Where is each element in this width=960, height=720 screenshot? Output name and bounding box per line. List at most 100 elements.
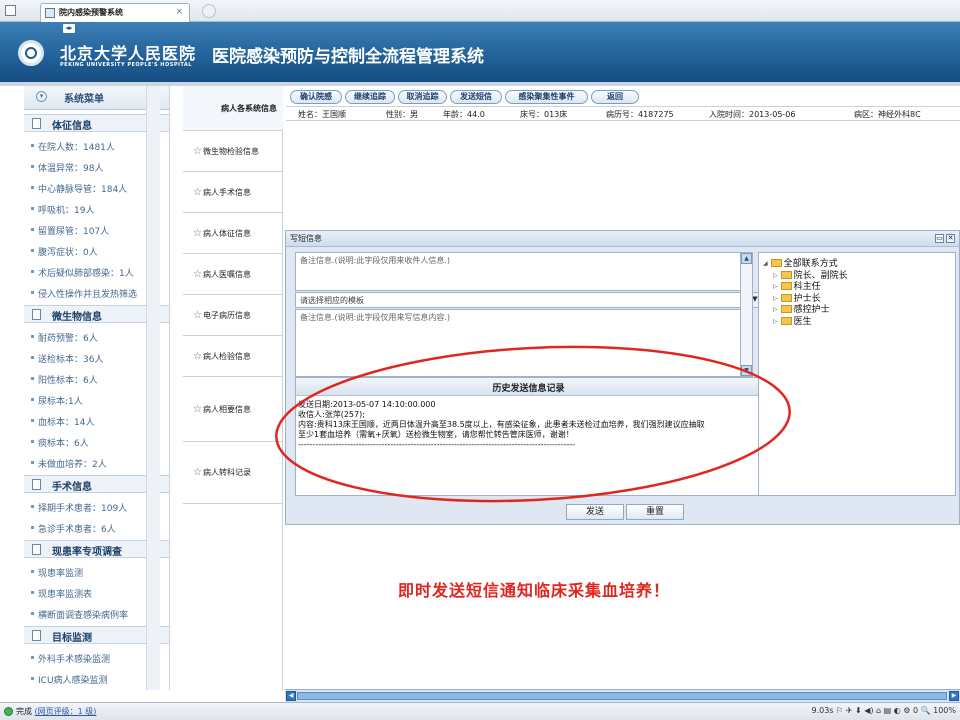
patient-record-number: 病历号：4187275 xyxy=(606,110,674,119)
template-select-value: 请选择相应的模板 xyxy=(300,296,364,305)
tab-6[interactable]: ☆ 病人检验信息 xyxy=(183,336,283,377)
patient-ward: 病区：神经外科8C xyxy=(854,110,921,119)
message-content-field[interactable]: 备注信息.(说明:此字段仅用来写信息内容.) xyxy=(295,309,750,377)
hospital-logo xyxy=(18,40,44,66)
star-icon: ☆ xyxy=(193,145,202,157)
history-panel: 历史发送信息记录 发送日期:2013-05-07 14:10:00.000 收信人… xyxy=(295,377,762,496)
tab-4[interactable]: ☆ 病人医嘱信息 xyxy=(183,254,283,295)
expander-icon[interactable]: ▷ xyxy=(773,295,778,302)
scrollbar-thumb[interactable] xyxy=(297,692,947,700)
recipient-notes-field[interactable]: 备注信息.(说明:此字段仅用来收件人信息.) xyxy=(295,252,750,291)
tab-8[interactable]: ☆ 病人转科记录 xyxy=(183,442,283,504)
expander-icon[interactable]: ◢ xyxy=(763,260,768,267)
menu-scrollbar[interactable] xyxy=(146,86,160,690)
folder-icon xyxy=(770,259,782,267)
tree-node-label: 医生 xyxy=(793,316,812,327)
patient-sex: 性别：男 xyxy=(386,110,418,119)
reset-button[interactable]: 重置 xyxy=(626,504,684,520)
menu-section-title: 体征信息 xyxy=(52,121,92,132)
message-scrollbar[interactable]: ▲ ▼ xyxy=(740,252,753,377)
browser-tab[interactable]: 院内感染预警系统 × xyxy=(40,3,190,22)
history-line: 收信人:张萍(257); xyxy=(298,410,365,419)
tab-3[interactable]: ☆ 病人体征信息 xyxy=(183,213,283,254)
sms-dialog-titlebar: 写短信息 ▭ ✕ xyxy=(286,231,959,247)
system-title: 医院感染预防与控制全流程管理系统 xyxy=(212,47,484,67)
collapse-chevron-icon[interactable]: ▾ xyxy=(36,91,47,102)
browser-tab-bar: 院内感染预警系统 × xyxy=(0,0,960,22)
expander-icon[interactable]: ▷ xyxy=(773,306,778,313)
sms-dialog: 写短信息 ▭ ✕ 备注信息.(说明:此字段仅用来收件人信息.) 请选择相应的模板… xyxy=(285,230,960,525)
tab-label: 病人检验信息 xyxy=(202,351,251,361)
patient-name: 姓名：王国顺 xyxy=(298,110,346,119)
scroll-down-icon[interactable]: ▼ xyxy=(741,365,752,376)
expander-icon[interactable]: ▷ xyxy=(773,272,778,279)
status-right-icons[interactable]: 9.03s ⚐ ✈ ⬇ ◀) ⌂ ▤ ◐ ⚙ 0 🔍 100% xyxy=(811,706,956,715)
scroll-up-icon[interactable]: ▲ xyxy=(741,253,752,264)
history-line: ----------------------------------------… xyxy=(298,440,576,449)
folder-icon xyxy=(780,305,792,313)
tab-label: 微生物检验信息 xyxy=(202,146,259,156)
folder-icon xyxy=(780,270,792,279)
page-menu-icon[interactable] xyxy=(5,5,16,16)
tab-label: 病人体征信息 xyxy=(202,228,251,238)
collapse-header-icon[interactable]: ◂▸ xyxy=(63,24,75,33)
annotation-caption: 即时发送短信通知临床采集血培养！ xyxy=(398,581,671,600)
patient-info-tabs: 病人各系统信息 ☆ 微生物检验信息 ☆ 病人手术信息 ☆ 病人体征信息 ☆ 病人医嘱信息 ☆ 电子病… xyxy=(183,86,283,690)
section-marker-icon xyxy=(32,479,41,490)
window-controls: ▭ ✕ xyxy=(935,234,955,244)
expander-icon[interactable]: ▷ xyxy=(773,318,778,325)
folder-icon xyxy=(780,316,792,325)
done-check-icon xyxy=(4,707,13,716)
tab-title: 院内感染预警系统 xyxy=(59,8,123,17)
template-select[interactable]: 请选择相应的模板 ▼ xyxy=(295,292,762,308)
logo-emblem xyxy=(25,47,37,59)
scroll-right-icon[interactable]: ▶ xyxy=(949,691,959,701)
admission-time: 入院时间：2013-05-06 xyxy=(709,110,796,119)
tab-2[interactable]: ☆ 病人手术信息 xyxy=(183,172,283,213)
star-icon: ☆ xyxy=(193,268,202,280)
menu-section-title: 目标监测 xyxy=(52,633,92,644)
section-marker-icon xyxy=(32,118,41,129)
browser-status-bar: 完成 (网页评级：1 级) 9.03s ⚐ ✈ ⬇ ◀) ⌂ ▤ ◐ ⚙ 0 🔍… xyxy=(0,702,960,720)
menu-section-title: 微生物信息 xyxy=(52,312,102,323)
section-marker-icon xyxy=(32,544,41,555)
toolbar-button-4[interactable]: 感染聚集性事件 xyxy=(505,90,588,104)
history-line: 发送日期:2013-05-07 14:10:00.000 xyxy=(298,400,436,409)
expander-icon[interactable]: ▷ xyxy=(773,283,778,290)
menu-section-title: 手术信息 xyxy=(52,482,92,493)
star-icon: ☆ xyxy=(193,350,202,362)
history-records: 发送日期:2013-05-07 14:10:00.000 收信人:张萍(257);… xyxy=(298,400,760,450)
action-toolbar: 确认院感 继续追踪 取消追踪 发送短信 感染聚集性事件 返回 xyxy=(286,88,960,106)
page-rating-link[interactable]: (网页评级：1 级) xyxy=(35,707,97,716)
sms-dialog-title: 写短信息 xyxy=(290,234,322,243)
patient-bed: 床号：013床 xyxy=(520,110,568,119)
history-line: 内容:贵科13床王国顺，近两日体温升高至38.5度以上，有感染征象，此患者未送检… xyxy=(298,420,705,429)
toolbar-button-5[interactable]: 返回 xyxy=(591,90,639,104)
folder-icon xyxy=(780,282,792,290)
scroll-left-icon[interactable]: ◀ xyxy=(286,691,296,701)
send-button[interactable]: 发送 xyxy=(566,504,624,520)
toolbar-button-1[interactable]: 继续追踪 xyxy=(345,90,395,104)
star-icon: ☆ xyxy=(193,467,202,478)
tab-close-icon[interactable]: × xyxy=(175,7,183,17)
tab-label: 病人各系统信息 xyxy=(221,103,277,113)
folder-icon xyxy=(780,293,792,302)
toolbar-button-2[interactable]: 取消追踪 xyxy=(398,90,447,104)
tab-5[interactable]: ☆ 电子病历信息 xyxy=(183,295,283,336)
system-menu-title: 系统菜单 xyxy=(64,94,104,105)
history-title: 历史发送信息记录 xyxy=(296,378,761,396)
close-icon[interactable]: ✕ xyxy=(946,234,955,243)
tab-1[interactable]: ☆ 微生物检验信息 xyxy=(183,131,283,172)
toolbar-button-0[interactable]: 确认院感 xyxy=(290,90,342,104)
content-horizontal-scrollbar[interactable]: ◀ ▶ xyxy=(285,689,960,702)
star-icon: ☆ xyxy=(193,309,202,321)
tab-label: 病人相要信息 xyxy=(202,404,251,414)
new-tab-icon[interactable] xyxy=(202,4,216,18)
section-marker-icon xyxy=(32,630,41,641)
toolbar-button-3[interactable]: 发送短信 xyxy=(450,90,502,104)
tree-node[interactable]: ▷ 医生 xyxy=(773,314,812,327)
patient-age: 年龄：44.0 xyxy=(443,110,485,119)
minimize-icon[interactable]: ▭ xyxy=(935,234,944,243)
tab-0[interactable]: 病人各系统信息 xyxy=(183,86,283,131)
tab-7[interactable]: ☆ 病人相要信息 xyxy=(183,377,283,442)
